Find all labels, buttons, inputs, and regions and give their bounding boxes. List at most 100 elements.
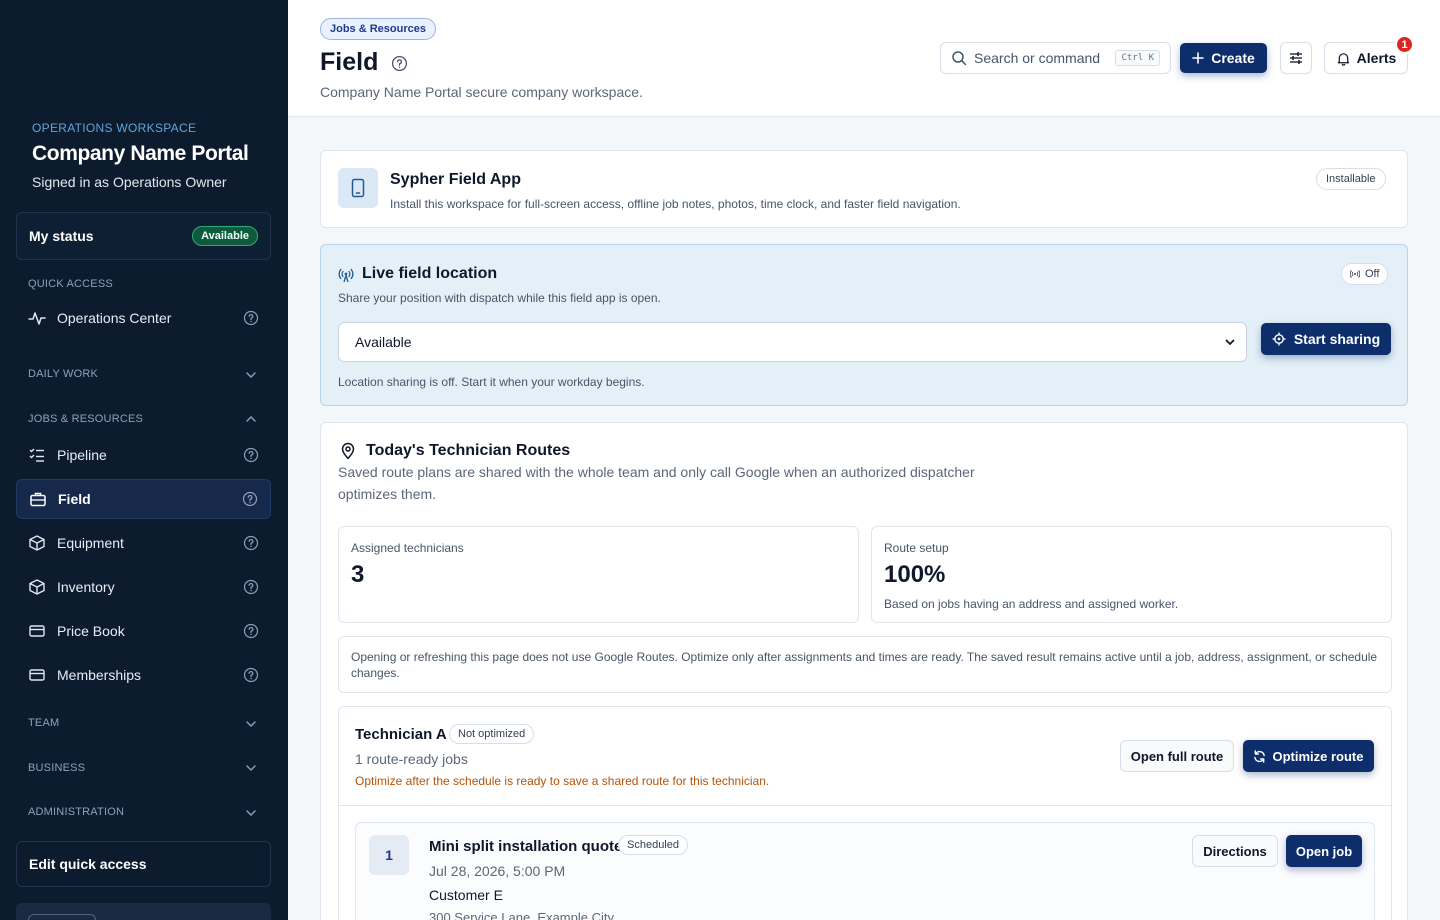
- live-location-card: Live field location Share your position …: [320, 244, 1408, 406]
- box-icon: [29, 579, 45, 595]
- bell-icon: [1337, 52, 1349, 66]
- sidebar-footer-pill: [28, 914, 96, 920]
- list-check-icon: [29, 448, 44, 462]
- live-location-description: Share your position with dispatch while …: [338, 291, 661, 305]
- stat-label: Route setup: [884, 541, 949, 555]
- sidebar-item-operations-center[interactable]: Operations Center: [16, 298, 271, 338]
- radio-tower-icon: [338, 268, 354, 283]
- page-header: Jobs & Resources Field Company Name Port…: [288, 0, 1440, 117]
- routes-description: Saved route plans are shared with the wh…: [338, 464, 975, 502]
- field-app-card: Sypher Field App Install this workspace …: [320, 150, 1408, 228]
- availability-select[interactable]: Available: [338, 322, 1247, 362]
- search-input[interactable]: Search or command Ctrl K: [940, 42, 1171, 74]
- status-badge: Available: [192, 226, 258, 246]
- alerts-label: Alerts: [1356, 50, 1397, 66]
- sidebar-item-inventory[interactable]: Inventory: [16, 567, 271, 607]
- help-icon[interactable]: [391, 55, 408, 72]
- help-icon[interactable]: [243, 535, 259, 551]
- sidebar-item-equipment[interactable]: Equipment: [16, 523, 271, 563]
- open-job-button[interactable]: Open job: [1286, 835, 1362, 867]
- filter-button[interactable]: [1280, 42, 1312, 74]
- stat-route-setup: Route setup 100% Based on jobs having an…: [871, 526, 1392, 623]
- start-sharing-label: Start sharing: [1293, 331, 1381, 347]
- location-sharing-note: Location sharing is off. Start it when y…: [338, 375, 645, 389]
- smartphone-icon: [351, 178, 365, 198]
- sidebar-item-price-book[interactable]: Price Book: [16, 611, 271, 651]
- stat-label: Assigned technicians: [351, 541, 464, 555]
- create-button[interactable]: Create: [1180, 43, 1267, 73]
- routes-title: Today's Technician Routes: [366, 442, 571, 459]
- route-ready-count: 1 route-ready jobs: [355, 751, 468, 767]
- sidebar-item-label: Memberships: [57, 667, 142, 683]
- locate-icon: [1272, 332, 1286, 346]
- jobs-resources-heading[interactable]: JOBS & RESOURCES: [28, 413, 143, 425]
- help-icon[interactable]: [243, 310, 259, 326]
- chevron-up-icon[interactable]: [244, 412, 258, 426]
- sidebar-item-field[interactable]: Field: [16, 479, 271, 519]
- daily-work-heading[interactable]: DAILY WORK: [28, 368, 98, 380]
- sidebar-item-label: Field: [58, 491, 91, 507]
- sidebar-item-pipeline[interactable]: Pipeline: [16, 435, 271, 475]
- sidebar-item-memberships[interactable]: Memberships: [16, 655, 271, 695]
- availability-selected-value: Available: [355, 334, 412, 350]
- business-heading[interactable]: BUSINESS: [28, 762, 85, 774]
- stat-assigned-technicians: Assigned technicians 3: [338, 526, 859, 623]
- sidebar-item-label: Operations Center: [57, 310, 172, 326]
- workspace-label: OPERATIONS WORKSPACE: [32, 121, 197, 135]
- search-icon: [952, 51, 967, 66]
- edit-quick-access-button[interactable]: Edit quick access: [16, 841, 271, 887]
- sidebar: OPERATIONS WORKSPACE Company Name Portal…: [0, 0, 288, 920]
- broadcast-icon: [1350, 270, 1360, 278]
- plus-icon: [1192, 52, 1205, 64]
- routes-info-notice: Opening or refreshing this page does not…: [338, 636, 1392, 693]
- administration-heading[interactable]: ADMINISTRATION: [28, 806, 124, 818]
- live-location-title: Live field location: [362, 265, 498, 282]
- technician-name: Technician A: [355, 726, 447, 743]
- signed-in-text: Signed in as Operations Owner: [32, 174, 227, 190]
- optimize-hint: Optimize after the schedule is ready to …: [355, 774, 770, 788]
- chevron-down-icon: [1225, 339, 1235, 346]
- field-app-description: Install this workspace for full-screen a…: [390, 197, 961, 211]
- field-app-title: Sypher Field App: [390, 171, 521, 188]
- app-icon-box: [338, 168, 378, 208]
- alerts-count-badge: 1: [1395, 35, 1414, 54]
- job-address: 300 Service Lane, Example City: [429, 910, 614, 920]
- open-full-route-button[interactable]: Open full route: [1120, 740, 1234, 772]
- divider: [339, 805, 1391, 806]
- help-icon[interactable]: [242, 491, 258, 507]
- chevron-down-icon[interactable]: [244, 717, 258, 731]
- workspace-title: Company Name Portal: [32, 142, 249, 165]
- search-placeholder: Search or command: [974, 50, 1101, 66]
- optimization-status-badge: Not optimized: [449, 724, 535, 744]
- team-heading[interactable]: TEAM: [28, 717, 59, 729]
- help-icon[interactable]: [243, 447, 259, 463]
- help-icon[interactable]: [243, 667, 259, 683]
- job-time: Jul 28, 2026, 5:00 PM: [429, 863, 566, 879]
- directions-button[interactable]: Directions: [1192, 835, 1278, 867]
- sidebar-item-label: Equipment: [57, 535, 124, 551]
- stat-note: Based on jobs having an address and assi…: [884, 597, 1179, 611]
- route-stop-card: 1 Mini split installation quote Schedule…: [355, 822, 1375, 920]
- stat-value: 3: [351, 561, 365, 588]
- chevron-down-icon[interactable]: [244, 806, 258, 820]
- card-icon: [29, 625, 45, 637]
- help-icon[interactable]: [243, 579, 259, 595]
- card-icon: [29, 669, 45, 681]
- refresh-icon: [1254, 749, 1266, 763]
- sidebar-item-label: Price Book: [57, 623, 125, 639]
- box-icon: [29, 535, 45, 551]
- my-status-card[interactable]: My status Available: [16, 212, 271, 260]
- keyboard-shortcut: Ctrl K: [1115, 50, 1160, 66]
- chevron-down-icon[interactable]: [244, 761, 258, 775]
- optimize-route-button[interactable]: Optimize route: [1243, 740, 1374, 772]
- location-status-chip: Off: [1341, 263, 1389, 285]
- map-pin-icon: [341, 442, 355, 460]
- help-icon[interactable]: [243, 623, 259, 639]
- create-label: Create: [1211, 50, 1255, 66]
- start-sharing-button[interactable]: Start sharing: [1261, 323, 1391, 355]
- sidebar-item-label: Pipeline: [57, 447, 107, 463]
- stop-number: 1: [369, 835, 409, 875]
- breadcrumb[interactable]: Jobs & Resources: [320, 18, 436, 40]
- installable-badge[interactable]: Installable: [1316, 168, 1386, 190]
- chevron-down-icon[interactable]: [244, 368, 258, 382]
